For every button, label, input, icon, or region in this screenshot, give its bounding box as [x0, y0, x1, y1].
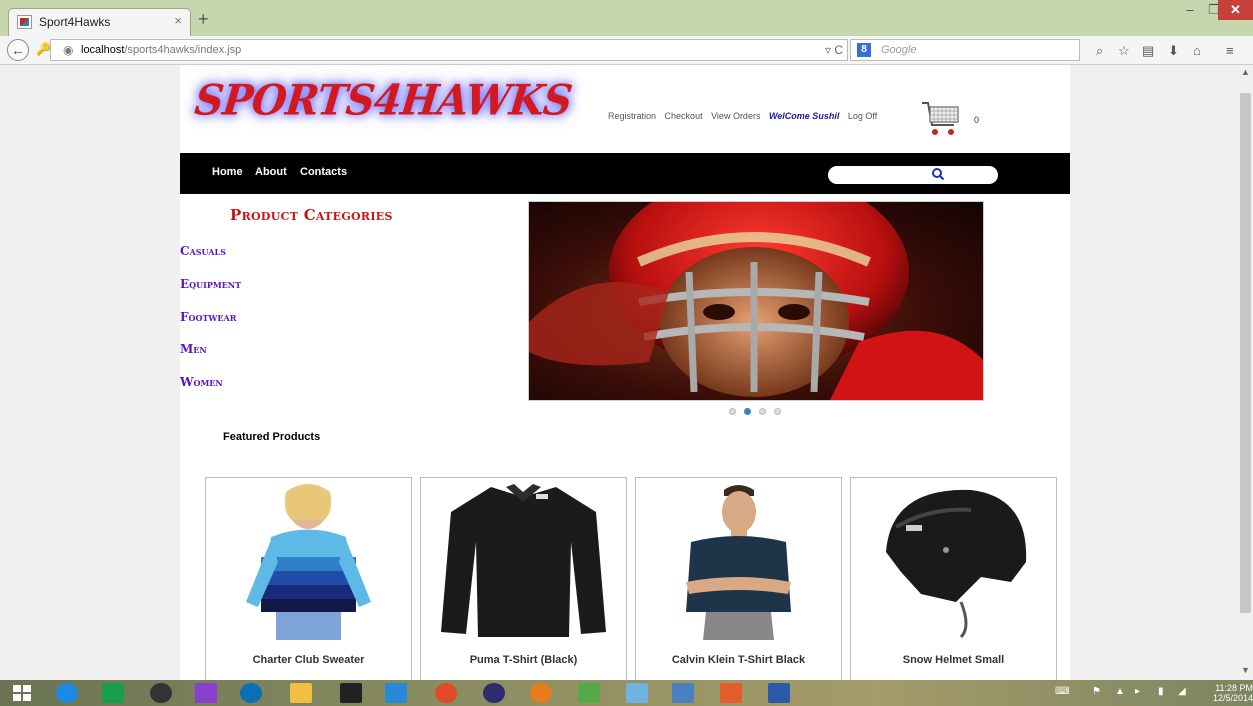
back-arrow-icon[interactable]: ← [7, 39, 29, 61]
file-explorer-icon[interactable] [290, 683, 312, 703]
top-links: Registration Checkout View Orders WelCom… [608, 111, 883, 121]
carousel-dot-2[interactable] [744, 408, 751, 415]
site-page: SPORTS4HAWKS Registration Checkout View … [180, 65, 1070, 680]
sweater-image [246, 484, 371, 640]
camera-app-icon[interactable] [150, 683, 172, 703]
globe-icon: ◉ [63, 43, 74, 57]
home-icon[interactable]: ⌂ [1193, 43, 1201, 58]
cart-count: 0 [974, 115, 980, 125]
flag-icon[interactable]: ▸ [1135, 686, 1140, 697]
carousel-dot-3[interactable] [759, 408, 766, 415]
category-equipment[interactable]: Equipment [180, 277, 241, 291]
main-nav: Home About Contacts [180, 153, 1070, 194]
amazon-icon[interactable] [340, 683, 362, 703]
view-orders-link[interactable]: View Orders [711, 111, 760, 121]
magnifier-icon[interactable]: ⌕ [1096, 43, 1103, 59]
product-card[interactable]: Calvin Klein T-Shirt Black [635, 477, 842, 680]
close-tab-icon[interactable]: × [174, 13, 182, 28]
store-icon[interactable] [102, 683, 124, 703]
app-icon[interactable] [578, 683, 600, 703]
product-card[interactable]: Charter Club Sweater [205, 477, 412, 680]
registration-link[interactable]: Registration [608, 111, 656, 121]
chrome-icon[interactable] [435, 683, 457, 703]
notification-flag-icon[interactable]: ⚑ [1092, 686, 1101, 697]
app-icon[interactable] [626, 683, 648, 703]
firefox-icon[interactable] [530, 683, 552, 703]
nav-home[interactable]: Home [212, 166, 243, 178]
product-name[interactable]: Snow Helmet Small [851, 654, 1056, 666]
calvin-klein-tshirt-image [686, 485, 791, 640]
eclipse-icon[interactable] [483, 683, 505, 703]
scroll-thumb[interactable] [1240, 93, 1251, 613]
url-text: localhost/sports4hawks/index.jsp [81, 44, 242, 56]
tray-expand-icon[interactable]: ▲ [1115, 686, 1125, 697]
reload-icon[interactable]: ▿ C [825, 43, 843, 57]
windows-start-icon[interactable] [13, 685, 31, 701]
scroll-down-icon[interactable]: ▼ [1241, 665, 1250, 675]
menu-icon[interactable]: ≡ [1226, 43, 1234, 58]
category-casuals[interactable]: Casuals [180, 244, 226, 258]
scroll-up-icon[interactable]: ▲ [1241, 67, 1250, 77]
category-footwear[interactable]: Footwear [180, 310, 236, 324]
carousel-dot-1[interactable] [729, 408, 736, 415]
product-name[interactable]: Puma T-Shirt (Black) [421, 654, 626, 666]
featured-products-title: Featured Products [223, 431, 321, 443]
checkout-link[interactable]: Checkout [665, 111, 703, 121]
browser-search-input[interactable]: 8 Google [850, 39, 1080, 61]
hp-icon[interactable] [240, 683, 262, 703]
minimize-window-icon[interactable]: – [1178, 0, 1202, 20]
cloud-app-icon[interactable] [385, 683, 407, 703]
keyboard-icon[interactable]: ⌨ [1055, 686, 1069, 697]
download-icon[interactable]: ⬇ [1168, 43, 1179, 59]
internet-explorer-icon[interactable] [56, 683, 78, 703]
network-signal-icon[interactable]: ◢ [1178, 686, 1186, 697]
product-categories-title: Product Categories [230, 206, 393, 224]
close-window-icon[interactable]: ✕ [1218, 0, 1253, 20]
page-viewport: SPORTS4HAWKS Registration Checkout View … [0, 65, 1238, 680]
snow-helmet-image [886, 489, 1027, 639]
browser-tab[interactable]: Sport4Hawks × [8, 8, 191, 36]
new-tab-icon[interactable]: + [198, 9, 209, 30]
key-icon[interactable]: 🔑 [36, 42, 51, 56]
shopping-cart-icon[interactable] [920, 99, 962, 139]
page-scrollbar[interactable]: ▲ ▼ [1238, 65, 1253, 680]
java-icon[interactable] [720, 683, 742, 703]
app-icon[interactable] [672, 683, 694, 703]
bookmark-star-icon[interactable]: ☆ [1118, 43, 1130, 59]
windows-taskbar: ⌨ ⚑ ▲ ▸ ▮ ◢ 11:28 PM 12/5/2014 [0, 680, 1253, 706]
search-placeholder: Google [881, 44, 917, 56]
url-bar[interactable]: ◉ localhost/sports4hawks/index.jsp ▿ C [50, 39, 848, 61]
category-men[interactable]: Men [180, 342, 207, 356]
word-icon[interactable] [768, 683, 790, 703]
welcome-user-text: WelCome Sushil [768, 111, 840, 121]
taskbar-clock[interactable]: 11:28 PM 12/5/2014 [1213, 683, 1253, 703]
browser-toolbar: ← 🔑 ◉ localhost/sports4hawks/index.jsp ▿… [0, 36, 1253, 65]
product-name[interactable]: Calvin Klein T-Shirt Black [636, 654, 841, 666]
nav-contacts[interactable]: Contacts [300, 166, 347, 178]
tab-title: Sport4Hawks [39, 15, 111, 29]
site-search-input[interactable] [828, 166, 998, 184]
football-player-image [529, 202, 983, 400]
site-logo[interactable]: SPORTS4HAWKS [192, 76, 573, 137]
product-card[interactable]: Snow Helmet Small [850, 477, 1057, 680]
browser-titlebar: Sport4Hawks × + – ❐ ✕ [0, 0, 1253, 36]
logoff-link[interactable]: Log Off [848, 111, 877, 121]
battery-icon[interactable]: ▮ [1158, 686, 1164, 697]
carousel-banner[interactable] [528, 201, 984, 401]
google-engine-icon[interactable]: 8 [857, 43, 871, 57]
category-women[interactable]: Women [180, 375, 223, 389]
carousel-dot-4[interactable] [774, 408, 781, 415]
product-name[interactable]: Charter Club Sweater [206, 654, 411, 666]
reading-list-icon[interactable]: ▤ [1142, 43, 1154, 59]
search-icon[interactable] [931, 167, 945, 181]
nav-about[interactable]: About [255, 166, 287, 178]
site-favicon-icon [17, 15, 32, 29]
media-app-icon[interactable] [195, 683, 217, 703]
product-card[interactable]: Puma T-Shirt (Black) [420, 477, 627, 680]
black-tshirt-image [441, 484, 606, 637]
